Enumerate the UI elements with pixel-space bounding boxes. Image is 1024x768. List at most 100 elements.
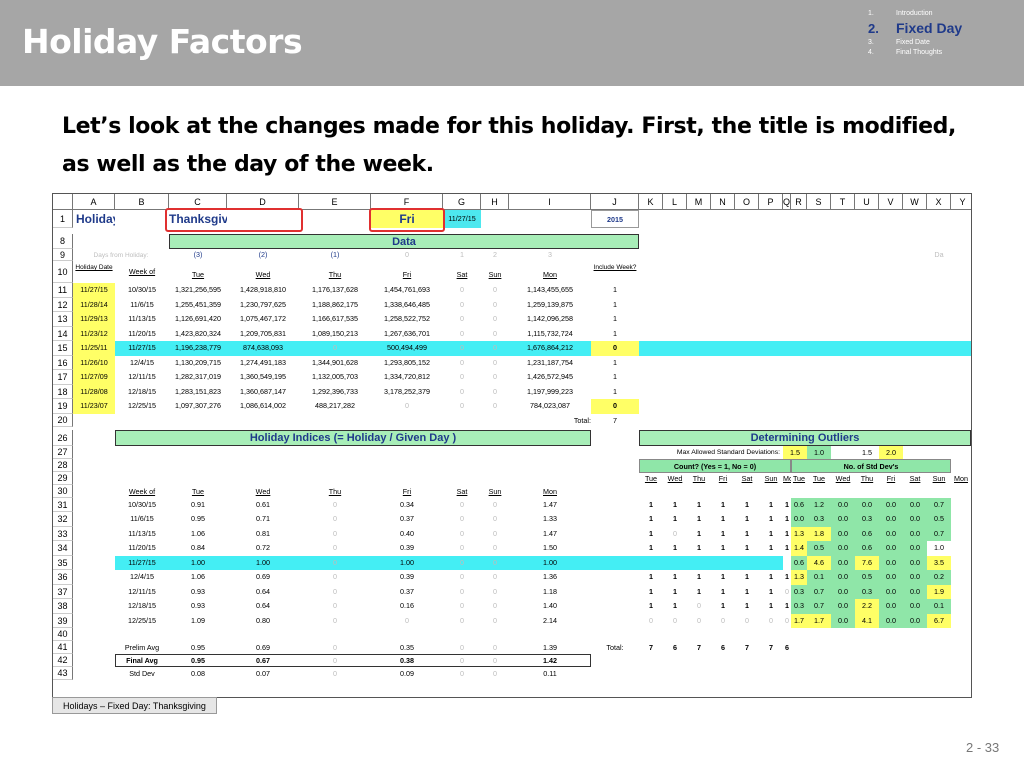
column-header[interactable]: A bbox=[73, 194, 115, 210]
toc-item[interactable]: 4. Final Thoughts bbox=[868, 49, 1018, 59]
column-header[interactable]: P bbox=[759, 194, 783, 210]
row-number[interactable]: 11 bbox=[53, 283, 73, 298]
index-cell[interactable]: 1.06 bbox=[169, 527, 227, 542]
include-week-header[interactable]: Include Week? bbox=[591, 261, 639, 283]
stddev-cell[interactable]: 0.0 bbox=[831, 584, 855, 599]
value-cell[interactable]: 1,231,187,754 bbox=[509, 356, 591, 371]
value-cell[interactable]: 1,282,317,019 bbox=[169, 370, 227, 385]
index-cell[interactable]: 0 bbox=[299, 570, 371, 585]
row-number[interactable]: 42 bbox=[53, 654, 73, 667]
count-cell[interactable]: 1 bbox=[711, 512, 735, 527]
count-cell[interactable]: 1 bbox=[735, 541, 759, 556]
index-cell[interactable]: 0 bbox=[481, 512, 509, 527]
index-cell[interactable]: 0 bbox=[481, 614, 509, 629]
stddev-cell[interactable]: 0.0 bbox=[879, 526, 903, 541]
week-of-cell[interactable]: 11/20/15 bbox=[115, 541, 169, 556]
day-header[interactable]: Thu bbox=[299, 261, 371, 283]
row-number[interactable]: 27 bbox=[53, 445, 73, 459]
stddev-cell[interactable]: 0.0 bbox=[879, 497, 903, 512]
toc-item[interactable]: 2. Fixed Day bbox=[868, 20, 1018, 39]
count-cell[interactable]: 1 bbox=[663, 570, 687, 585]
stddev-cell[interactable]: 0.0 bbox=[831, 555, 855, 570]
stddev-cell[interactable]: 0.1 bbox=[927, 599, 951, 614]
std-dev-cell[interactable]: 0.07 bbox=[227, 667, 299, 682]
count-cell[interactable]: 1 bbox=[711, 570, 735, 585]
index-cell[interactable]: 0 bbox=[299, 556, 371, 571]
count-cell[interactable] bbox=[735, 556, 759, 571]
index-cell[interactable]: 0 bbox=[443, 512, 481, 527]
row-number[interactable]: 32 bbox=[53, 512, 73, 527]
value-cell[interactable]: 1,676,864,212 bbox=[509, 341, 591, 356]
stddev-cell[interactable]: 0.0 bbox=[831, 541, 855, 556]
count-cell[interactable]: 1 bbox=[687, 570, 711, 585]
row-number[interactable]: 20 bbox=[53, 413, 73, 427]
index-cell[interactable]: 0 bbox=[443, 614, 481, 629]
count-cell[interactable]: 1 bbox=[687, 512, 711, 527]
value-cell[interactable]: 874,638,093 bbox=[227, 341, 299, 356]
column-header[interactable]: Q bbox=[783, 194, 791, 210]
index-cell[interactable]: 0 bbox=[481, 541, 509, 556]
count-cell[interactable]: 1 bbox=[639, 512, 663, 527]
count-cell[interactable]: 1 bbox=[735, 512, 759, 527]
row-number[interactable]: 14 bbox=[53, 326, 73, 341]
row-number[interactable]: 40 bbox=[53, 628, 73, 641]
count-cell[interactable]: 0 bbox=[759, 614, 783, 629]
index-cell[interactable]: 0.37 bbox=[371, 512, 443, 527]
value-cell[interactable]: 1,255,451,359 bbox=[169, 298, 227, 313]
row-number[interactable]: 19 bbox=[53, 399, 73, 414]
stddev-cell[interactable]: 0.0 bbox=[831, 599, 855, 614]
include-cell[interactable]: 1 bbox=[591, 327, 639, 342]
stddev-cell[interactable]: 0.0 bbox=[879, 541, 903, 556]
stddev-cell[interactable]: 0.7 bbox=[807, 584, 831, 599]
value-cell[interactable]: 1,086,614,002 bbox=[227, 399, 299, 414]
column-header[interactable]: E bbox=[299, 194, 371, 210]
index-cell[interactable]: 0 bbox=[299, 599, 371, 614]
column-header[interactable]: S bbox=[807, 194, 831, 210]
count-cell[interactable]: 0 bbox=[783, 614, 791, 629]
count-cell[interactable]: 1 bbox=[663, 599, 687, 614]
stddev-cell[interactable]: 0.0 bbox=[879, 570, 903, 585]
value-cell[interactable]: 1,188,862,175 bbox=[299, 298, 371, 313]
count-cell[interactable]: 1 bbox=[735, 585, 759, 600]
column-header[interactable]: U bbox=[855, 194, 879, 210]
include-cell[interactable]: 0 bbox=[591, 341, 639, 356]
value-cell[interactable]: 1,196,238,779 bbox=[169, 341, 227, 356]
column-header[interactable]: V bbox=[879, 194, 903, 210]
stddev-cell[interactable]: 0.0 bbox=[879, 584, 903, 599]
day-header[interactable]: Tue bbox=[169, 261, 227, 283]
stddev-cell[interactable]: 0.0 bbox=[903, 555, 927, 570]
stddev-cell[interactable]: 0.0 bbox=[831, 497, 855, 512]
count-cell[interactable]: 1 bbox=[639, 570, 663, 585]
holiday-date-cell[interactable]: 11/27/15 bbox=[73, 283, 115, 298]
count-cell[interactable]: 0 bbox=[735, 614, 759, 629]
value-cell[interactable]: 1,423,820,324 bbox=[169, 327, 227, 342]
count-cell[interactable] bbox=[663, 556, 687, 571]
count-cell[interactable]: 1 bbox=[711, 498, 735, 513]
stddev-cell[interactable]: 1.2 bbox=[807, 497, 831, 512]
column-header[interactable]: L bbox=[663, 194, 687, 210]
count-cell[interactable]: 0 bbox=[639, 614, 663, 629]
index-cell[interactable]: 0 bbox=[443, 570, 481, 585]
week-of-cell[interactable]: 12/25/15 bbox=[115, 399, 169, 414]
row-number[interactable]: 17 bbox=[53, 370, 73, 385]
stddev-cell[interactable]: 0.6 bbox=[855, 526, 879, 541]
count-cell[interactable]: 1 bbox=[759, 541, 783, 556]
index-cell[interactable]: 1.00 bbox=[227, 556, 299, 571]
index-cell[interactable]: 1.40 bbox=[509, 599, 591, 614]
count-cell[interactable]: 1 bbox=[759, 570, 783, 585]
row-number[interactable]: 38 bbox=[53, 599, 73, 614]
stddev-cell[interactable]: 0.5 bbox=[855, 570, 879, 585]
stddev-cell[interactable]: 0.0 bbox=[879, 512, 903, 527]
value-cell[interactable]: 3,178,252,379 bbox=[371, 385, 443, 400]
value-cell[interactable]: 0 bbox=[371, 399, 443, 414]
index-cell[interactable]: 0.91 bbox=[169, 498, 227, 513]
value-cell[interactable]: 1,130,209,715 bbox=[169, 356, 227, 371]
value-cell[interactable]: 0 bbox=[443, 312, 481, 327]
index-cell[interactable]: 0.93 bbox=[169, 599, 227, 614]
total-label[interactable]: Total: bbox=[509, 414, 591, 429]
index-cell[interactable]: 0 bbox=[299, 527, 371, 542]
week-of-cell[interactable]: 12/11/15 bbox=[115, 585, 169, 600]
value-cell[interactable]: 500,494,499 bbox=[371, 341, 443, 356]
column-header[interactable]: X bbox=[927, 194, 951, 210]
value-cell[interactable]: 0 bbox=[443, 399, 481, 414]
